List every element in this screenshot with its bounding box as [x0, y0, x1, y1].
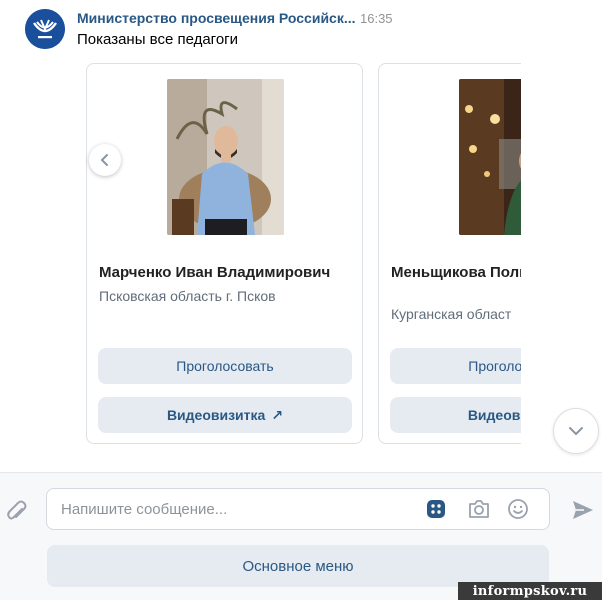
- video-card-button[interactable]: Видеовизитка ↗: [98, 397, 352, 433]
- message-text: Показаны все педагоги: [77, 31, 239, 48]
- teacher-name: Марченко Иван Владимирович: [99, 264, 331, 281]
- bot-keyboard-icon: [427, 500, 445, 518]
- ministry-logo-icon: [25, 9, 65, 49]
- teacher-card: Марченко Иван Владимирович Псковская обл…: [86, 63, 363, 444]
- teacher-region: Курганская област: [391, 306, 512, 322]
- carousel-prev-button[interactable]: [89, 144, 121, 176]
- teacher-photo[interactable]: [167, 79, 284, 235]
- site-watermark: informpskov.ru: [458, 582, 602, 600]
- paperclip-icon: [7, 500, 27, 520]
- chevron-down-icon: [569, 427, 583, 436]
- message-input-wrapper: [46, 488, 550, 530]
- send-icon: [573, 501, 593, 519]
- message-time: 16:35: [360, 11, 393, 26]
- send-button[interactable]: [569, 496, 597, 524]
- main-menu-label: Основное меню: [242, 557, 354, 575]
- video-button-label: Видеовизитка: [467, 407, 521, 423]
- sender-name[interactable]: Министерство просвещения Российск...: [77, 10, 356, 26]
- camera-icon: [469, 500, 489, 518]
- chevron-left-icon: [100, 154, 108, 166]
- teacher-region: Псковская область г. Псков: [99, 288, 276, 304]
- video-card-button[interactable]: Видеовизитка: [390, 397, 521, 433]
- teacher-photo[interactable]: [459, 79, 521, 235]
- main-menu-button[interactable]: Основное меню: [47, 545, 549, 587]
- bot-keyboard-button[interactable]: [424, 497, 448, 521]
- vote-button-label: Проголосовать: [176, 358, 274, 374]
- external-link-icon: ↗: [271, 406, 284, 423]
- smile-icon: [508, 499, 528, 519]
- scroll-down-button[interactable]: [553, 408, 599, 454]
- emoji-button[interactable]: [506, 497, 530, 521]
- camera-button[interactable]: [467, 497, 491, 521]
- vote-button[interactable]: Проголосовать: [98, 348, 352, 384]
- vote-button[interactable]: Проголосовать: [390, 348, 521, 384]
- teacher-carousel: Марченко Иван Владимирович Псковская обл…: [86, 63, 521, 445]
- teacher-card: Меньщикова Поли Владимировна Курганская …: [378, 63, 521, 444]
- attach-button[interactable]: [2, 497, 32, 527]
- teacher-name: Меньщикова Поли Владимировна: [391, 264, 521, 281]
- message-input[interactable]: [61, 489, 401, 529]
- vote-button-label: Проголосовать: [468, 358, 521, 374]
- sender-avatar[interactable]: [25, 9, 65, 49]
- video-button-label: Видеовизитка: [166, 407, 266, 423]
